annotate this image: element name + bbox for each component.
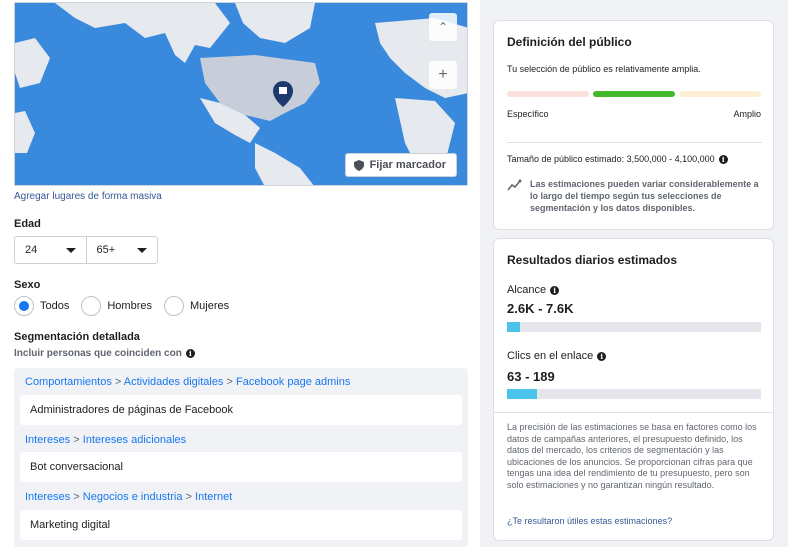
age-label: Edad [14, 218, 41, 230]
trend-icon [507, 179, 522, 191]
audience-bar-broad [679, 91, 761, 97]
daily-results-card: Resultados diarios estimados Alcance i 2… [493, 238, 774, 541]
detailed-targeting-label: Segmentación detallada [14, 331, 140, 343]
bulk-locations-link[interactable]: Agregar lugares de forma masiva [14, 191, 162, 202]
gender-option-men[interactable]: Hombres [81, 296, 152, 316]
pin-marker-label: Fijar marcador [369, 159, 446, 171]
clicks-value: 63 - 189 [507, 369, 555, 384]
info-icon[interactable]: i [550, 285, 560, 295]
estimate-note: Las estimaciones pueden variar considera… [530, 179, 759, 213]
gender-option-women[interactable]: Mujeres [163, 296, 230, 316]
targeting-item[interactable]: Administradores de páginas de Facebook [20, 395, 462, 425]
clicks-progress [507, 389, 761, 399]
age-max-select[interactable]: 65+ [85, 237, 158, 263]
targeting-panel: ⌃ + Fijar marcador Agregar lugares de fo… [0, 0, 480, 547]
radio-selected-icon[interactable] [14, 296, 34, 316]
age-min-value: 24 [25, 244, 38, 256]
gender-option-all[interactable]: Todos [14, 296, 69, 316]
gender-radio-group: Todos Hombres Mujeres [14, 296, 241, 316]
zoom-in-button[interactable]: + [429, 61, 457, 89]
location-map[interactable]: ⌃ + Fijar marcador [14, 2, 468, 186]
age-selector: 24 65+ [14, 236, 158, 264]
audience-breadth-text: Tu selección de público es relativamente… [507, 64, 701, 74]
caret-down-icon [65, 247, 76, 253]
breadcrumb-link[interactable]: Intereses [25, 491, 70, 503]
breadcrumb-link[interactable]: Facebook page admins [236, 376, 350, 388]
audience-bar-specific [507, 91, 589, 97]
estimate-disclaimer: La precisión de las estimaciones se basa… [507, 422, 757, 490]
reach-progress-fill [507, 322, 520, 332]
audience-definition-card: Definición del público Tu selección de p… [493, 20, 774, 230]
age-max-value: 65+ [96, 244, 116, 256]
audience-size-text: Tamaño de público estimado: 3,500,000 - … [507, 154, 715, 164]
breadcrumb-link[interactable]: Negocios e industria [83, 491, 183, 503]
clicks-label-text: Clics en el enlace [507, 350, 594, 362]
audience-bar-active [593, 91, 675, 97]
breadcrumb-link[interactable]: Comportamientos [25, 376, 112, 388]
reach-label: Alcance i [507, 284, 560, 296]
info-icon[interactable]: i [718, 154, 728, 164]
pin-marker-button[interactable]: Fijar marcador [344, 153, 457, 177]
radio-icon[interactable] [163, 296, 184, 316]
age-min-select[interactable]: 24 [15, 237, 86, 263]
broad-label: Amplio [733, 109, 761, 119]
targeting-breadcrumb: Comportamientos > Actividades digitales … [25, 376, 351, 388]
radio-icon[interactable] [81, 296, 102, 316]
reach-progress [507, 322, 761, 332]
include-label: Incluir personas que coinciden con i [14, 348, 195, 359]
audience-size: Tamaño de público estimado: 3,500,000 - … [507, 154, 728, 164]
info-icon[interactable]: i [597, 351, 607, 361]
targeting-item[interactable]: Bot conversacional [20, 452, 462, 482]
collapse-map-button[interactable]: ⌃ [429, 13, 457, 41]
targeting-breadcrumb: Intereses > Negocios e industria > Inter… [25, 491, 233, 503]
gender-option-label: Todos [40, 300, 70, 312]
detailed-targeting-box: Comportamientos > Actividades digitales … [14, 368, 468, 547]
clicks-progress-fill [507, 389, 538, 399]
targeting-breadcrumb: Intereses > Intereses adicionales [25, 434, 187, 446]
divider [494, 412, 773, 413]
feedback-link[interactable]: ¿Te resultaron útiles estas estimaciones… [507, 516, 672, 526]
gender-option-label: Hombres [107, 300, 152, 312]
breadcrumb-link[interactable]: Intereses [25, 434, 70, 446]
include-label-text: Incluir personas que coinciden con [14, 348, 182, 359]
targeting-item[interactable]: Marketing digital [20, 510, 462, 540]
clicks-label: Clics en el enlace i [507, 350, 607, 362]
shield-icon [353, 159, 364, 171]
gender-label: Sexo [14, 279, 41, 291]
reach-label-text: Alcance [507, 284, 547, 296]
chevron-up-icon: ⌃ [437, 20, 449, 34]
plus-icon: + [438, 66, 448, 83]
daily-results-title: Resultados diarios estimados [507, 253, 678, 267]
divider [507, 142, 762, 143]
caret-down-icon [137, 247, 147, 253]
breadcrumb-link[interactable]: Intereses adicionales [83, 434, 186, 446]
breadcrumb-link[interactable]: Actividades digitales [124, 376, 224, 388]
audience-definition-title: Definición del público [507, 35, 632, 49]
info-icon[interactable]: i [185, 349, 195, 358]
breadcrumb-link[interactable]: Internet [195, 491, 232, 503]
gender-option-label: Mujeres [189, 300, 230, 312]
reach-value: 2.6K - 7.6K [507, 301, 574, 316]
specific-label: Específico [507, 109, 549, 119]
